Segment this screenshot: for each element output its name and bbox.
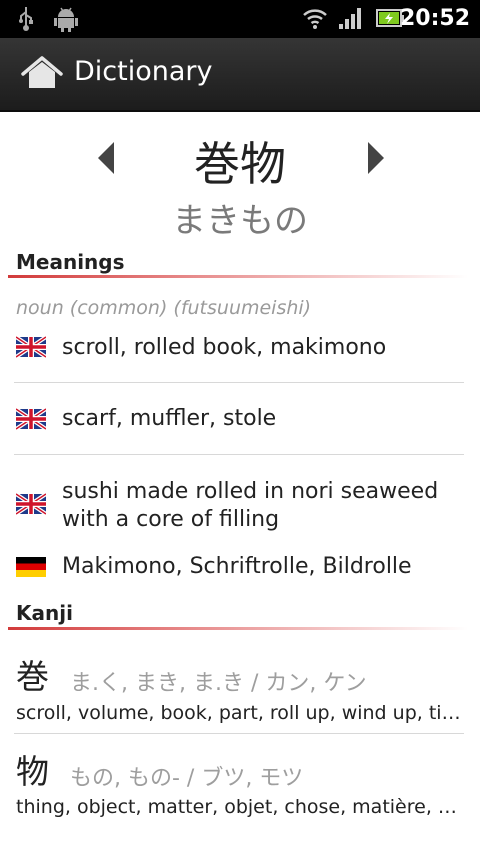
uk-flag-icon <box>16 493 46 515</box>
meaning-text: sushi made rolled in nori seaweed <box>62 479 439 504</box>
meanings-heading: Meanings <box>16 250 125 274</box>
germany-flag-icon <box>16 557 46 577</box>
usb-icon <box>19 7 33 31</box>
android-debug-icon <box>54 7 78 32</box>
kanji-heading: Kanji <box>16 601 73 625</box>
kanji-meaning: scroll, volume, book, part, roll up, win… <box>16 702 464 724</box>
app-title: Dictionary <box>74 56 213 87</box>
reading: まきもの <box>172 201 308 241</box>
divider <box>14 733 464 734</box>
status-bar: 20:52 <box>0 0 480 38</box>
meaning-text: scarf, muffler, stole <box>62 406 277 431</box>
wifi-icon <box>303 9 327 29</box>
kanji-readings: もの, もの- / ブツ, モツ <box>70 766 304 791</box>
clock: 20:52 <box>399 6 470 31</box>
meaning-text: scroll, rolled book, makimono <box>62 335 387 360</box>
uk-flag-icon <box>16 408 46 430</box>
headword: 巻物 <box>194 137 286 191</box>
kanji-readings: ま.く, まき, ま.き / カン, ケン <box>70 671 367 696</box>
kanji-meaning: thing, object, matter, objet, chose, mat… <box>16 796 464 818</box>
divider <box>14 454 464 455</box>
kanji-character[interactable]: 物 <box>16 745 49 793</box>
action-bar: Dictionary <box>0 38 480 112</box>
meaning-text: Makimono, Schriftrolle, Bildrolle <box>62 554 412 579</box>
divider <box>14 382 464 383</box>
kanji-rule <box>8 627 468 630</box>
meanings-rule <box>8 275 468 278</box>
kanji-character[interactable]: 巻 <box>16 650 49 698</box>
part-of-speech: noun (common) (futsuumeishi) <box>16 297 312 319</box>
home-icon[interactable] <box>20 54 64 94</box>
signal-icon <box>339 8 361 29</box>
uk-flag-icon <box>16 336 46 358</box>
meaning-text: with a core of filling <box>62 507 280 532</box>
